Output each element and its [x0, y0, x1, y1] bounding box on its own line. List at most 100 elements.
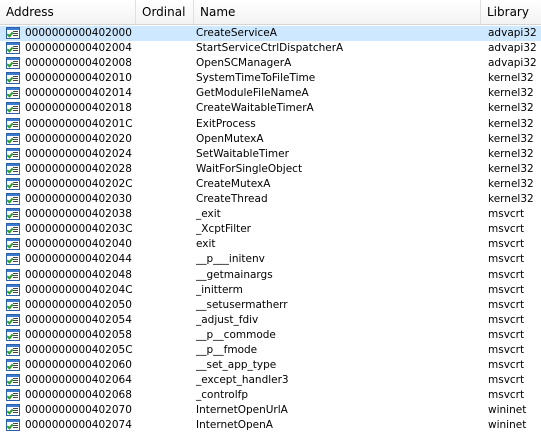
import-function-icon — [5, 86, 21, 100]
table-row[interactable]: 0000000000402008 OpenSCManagerA advapi32 — [0, 56, 541, 71]
cell-library: wininet — [488, 404, 527, 417]
table-row[interactable]: 000000000040202C CreateMutexA kernel32 — [0, 177, 541, 192]
cell-address: 0000000000402018 — [25, 102, 132, 115]
cell-address: 0000000000402020 — [25, 132, 132, 145]
import-function-icon — [5, 207, 21, 221]
cell-name: SystemTimeToFileTime — [196, 72, 316, 85]
table-row[interactable]: 0000000000402028 WaitForSingleObject kerne… — [0, 162, 541, 177]
cell-address: 0000000000402048 — [25, 268, 132, 281]
cell-library: advapi32 — [488, 57, 537, 70]
cell-name: __set_app_type — [196, 359, 277, 372]
import-function-icon — [5, 283, 21, 297]
table-row[interactable]: 0000000000402024 SetWaitableTimer kernel32 — [0, 147, 541, 162]
cell-library: msvcrt — [488, 313, 525, 326]
cell-address: 0000000000402054 — [25, 313, 132, 326]
table-row[interactable]: 0000000000402048 __getmainargs msvcrt — [0, 268, 541, 283]
import-function-icon — [5, 237, 21, 251]
table-row[interactable]: 0000000000402030 CreateThread kernel32 — [0, 192, 541, 207]
table-row[interactable]: 0000000000402060 __set_app_type msvcrt — [0, 358, 541, 373]
table-row[interactable]: 0000000000402040 exit msvcrt — [0, 237, 541, 252]
table-row[interactable]: 0000000000402074 InternetOpenA wininet — [0, 418, 541, 433]
cell-address: 0000000000402004 — [25, 42, 132, 55]
cell-name: __getmainargs — [196, 268, 273, 281]
cell-name: _controlfp — [196, 389, 249, 402]
import-function-icon — [5, 418, 21, 432]
imports-table[interactable]: Address Ordinal Name Library 00000000004… — [0, 0, 541, 436]
cell-name: _exit — [196, 208, 221, 221]
cell-address: 0000000000402008 — [25, 57, 132, 70]
import-function-icon — [5, 403, 21, 417]
cell-name: WaitForSingleObject — [196, 162, 303, 175]
table-row[interactable]: 0000000000402064 _except_handler3 msvcrt — [0, 373, 541, 388]
cell-library: advapi32 — [488, 27, 537, 39]
table-row[interactable]: 000000000040205C __p__fmode msvcrt — [0, 343, 541, 358]
import-function-icon — [5, 222, 21, 236]
cell-library: msvcrt — [488, 283, 525, 296]
cell-name: CreateThread — [196, 193, 268, 206]
cell-name: CreateServiceA — [196, 27, 277, 39]
table-row[interactable]: 0000000000402054 _adjust_fdiv msvcrt — [0, 313, 541, 328]
cell-library: kernel32 — [488, 193, 534, 206]
import-function-icon — [5, 132, 21, 146]
cell-name: StartServiceCtrlDispatcherA — [196, 42, 344, 55]
import-function-icon — [5, 56, 21, 70]
cell-library: msvcrt — [488, 268, 525, 281]
cell-library: msvcrt — [488, 208, 525, 221]
cell-name: SetWaitableTimer — [196, 147, 289, 160]
table-row[interactable]: 0000000000402010 SystemTimeToFileTime kern… — [0, 71, 541, 86]
cell-library: msvcrt — [488, 253, 525, 266]
cell-address: 0000000000402070 — [25, 404, 132, 417]
import-function-icon — [5, 358, 21, 372]
cell-address: 0000000000402014 — [25, 87, 132, 100]
cell-address: 0000000000402050 — [25, 298, 132, 311]
cell-name: __p__commode — [196, 328, 276, 341]
cell-library: msvcrt — [488, 374, 525, 387]
cell-library: kernel32 — [488, 72, 534, 85]
table-row[interactable]: 0000000000402058 __p__commode msvcrt — [0, 328, 541, 343]
table-row[interactable]: 0000000000402044 __p___initenv msvcrt — [0, 252, 541, 267]
table-body: 0000000000402000 CreateServiceA advapi32 00… — [0, 26, 541, 434]
cell-address: 000000000040201C — [25, 117, 133, 130]
import-function-icon — [5, 192, 21, 206]
cell-address: 0000000000402068 — [25, 389, 132, 402]
column-header-library[interactable]: Library — [481, 0, 541, 24]
cell-library: msvcrt — [488, 298, 525, 311]
import-function-icon — [5, 177, 21, 191]
import-function-icon — [5, 162, 21, 176]
cell-address: 0000000000402040 — [25, 238, 132, 251]
cell-address: 000000000040202C — [25, 177, 133, 190]
cell-name: _XcptFilter — [196, 223, 252, 236]
cell-library: kernel32 — [488, 162, 534, 175]
cell-name: GetModuleFileNameA — [196, 87, 309, 100]
cell-library: kernel32 — [488, 87, 534, 100]
cell-library: kernel32 — [488, 147, 534, 160]
cell-address: 0000000000402060 — [25, 359, 132, 372]
table-row[interactable]: 0000000000402018 CreateWaitableTimerA kern… — [0, 101, 541, 116]
column-header-address[interactable]: Address — [0, 0, 136, 24]
table-row[interactable]: 0000000000402014 GetModuleFileNameA kernel… — [0, 86, 541, 101]
cell-library: msvcrt — [488, 238, 525, 251]
cell-name: exit — [196, 238, 216, 251]
table-row[interactable]: 000000000040201C ExitProcess kernel32 — [0, 117, 541, 132]
table-row[interactable]: 0000000000402038 _exit msvcrt — [0, 207, 541, 222]
cell-address: 0000000000402010 — [25, 72, 132, 85]
column-header-ordinal[interactable]: Ordinal — [136, 0, 194, 24]
import-function-icon — [5, 147, 21, 161]
cell-library: msvcrt — [488, 223, 525, 236]
table-row[interactable]: 0000000000402004 StartServiceCtrlDispatch… — [0, 41, 541, 56]
table-row[interactable]: 000000000040204C _initterm msvcrt — [0, 283, 541, 298]
import-function-icon — [5, 117, 21, 131]
cell-address: 0000000000402000 — [25, 27, 132, 39]
table-row[interactable]: 0000000000402050 __setusermatherr msvcrt — [0, 298, 541, 313]
import-function-icon — [5, 388, 21, 402]
table-row[interactable]: 0000000000402068 _controlfp msvcrt — [0, 388, 541, 403]
cell-address: 0000000000402038 — [25, 208, 132, 221]
table-row[interactable]: 0000000000402070 InternetOpenUrlA wininet — [0, 403, 541, 418]
column-header-name[interactable]: Name — [194, 0, 481, 24]
import-function-icon — [5, 26, 21, 40]
cell-name: __p___initenv — [196, 253, 265, 266]
table-row[interactable]: 000000000040203C _XcptFilter msvcrt — [0, 222, 541, 237]
table-row[interactable]: 0000000000402000 CreateServiceA advapi32 — [0, 26, 541, 42]
table-row[interactable]: 0000000000402020 OpenMutexA kernel32 — [0, 132, 541, 147]
import-function-icon — [5, 298, 21, 312]
